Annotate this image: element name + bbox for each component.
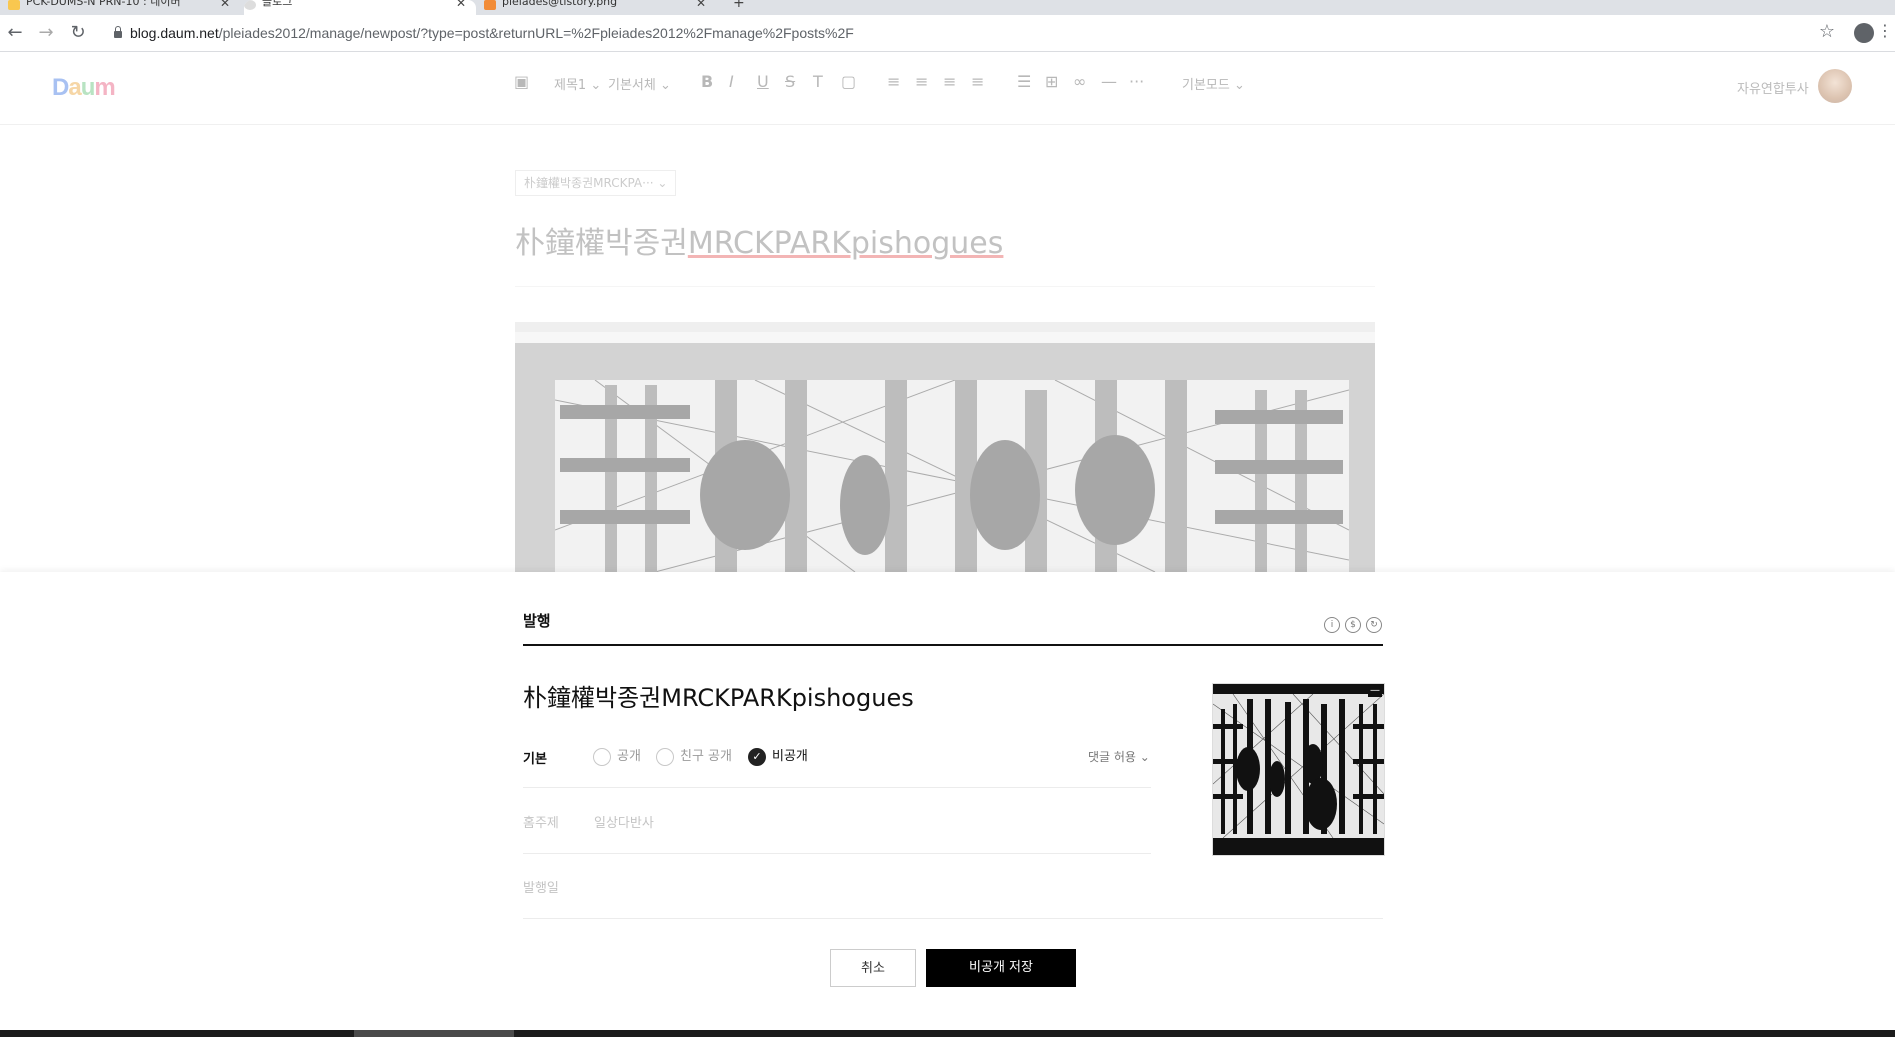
heading-select[interactable]: 제목1 ⌄ <box>554 74 601 93</box>
editor-mode-select[interactable]: 기본모드 ⌄ <box>1182 74 1245 93</box>
user-name[interactable]: 자유연합투사 <box>1737 78 1809 97</box>
topic-select[interactable]: 일상다반사 <box>594 812 654 831</box>
post-title-input[interactable]: 朴鐘權박종권MRCKPARKpishogues <box>515 218 1003 262</box>
underline-icon[interactable]: U <box>757 72 769 91</box>
link-icon[interactable]: ∞ <box>1073 72 1086 91</box>
thumbnail-remove-icon[interactable]: — <box>1368 685 1382 697</box>
insert-image-icon[interactable]: ▣ <box>514 72 529 91</box>
radio-circle-icon <box>593 747 611 766</box>
cc-noncommercial-icon[interactable]: $ <box>1345 617 1361 633</box>
comment-permission-select[interactable]: 댓글 허용 ⌄ <box>1088 748 1150 765</box>
favicon-icon <box>484 0 496 10</box>
list-icon[interactable]: ☰ <box>1017 72 1031 91</box>
address-bar[interactable]: blog.daum.net/pleiades2012/manage/newpos… <box>104 18 1804 48</box>
align-center-icon[interactable]: ≡ <box>915 72 928 91</box>
topic-label: 홈주제 <box>523 816 559 831</box>
taskbar-strip <box>0 1030 1895 1037</box>
cc-share-icon[interactable]: ↻ <box>1366 617 1382 633</box>
thumbnail-top-bar <box>1213 684 1384 694</box>
favicon-icon <box>8 0 20 10</box>
font-select[interactable]: 기본서체 ⌄ <box>608 74 671 93</box>
row-divider <box>523 918 1383 919</box>
strikethrough-icon[interactable]: S <box>785 72 795 91</box>
title-divider <box>515 286 1375 287</box>
taskbar-active-item[interactable] <box>354 1030 514 1037</box>
browser-tab[interactable]: PCK-DUMS-N PRN-10 : 네이버 ✕ <box>8 0 240 15</box>
browser-toolbar: ← → ↻ blog.daum.net/pleiades2012/manage/… <box>0 15 1895 52</box>
private-save-button[interactable]: 비공개 저장 <box>926 949 1076 987</box>
dialog-title: 발행 <box>523 612 551 630</box>
row-divider <box>523 787 1151 788</box>
row-divider <box>523 853 1151 854</box>
basic-label: 기본 <box>523 752 547 767</box>
cc-info-icon[interactable]: i <box>1324 617 1340 633</box>
more-options-icon[interactable]: ··· <box>1129 72 1144 91</box>
text-color-icon[interactable]: T <box>813 72 823 91</box>
favicon-icon <box>244 0 256 10</box>
publish-post-title: 朴鐘權박종권MRCKPARKpishogues <box>523 684 914 712</box>
close-tab-icon[interactable]: ✕ <box>220 0 230 9</box>
artwork-image <box>555 380 1349 572</box>
thumbnail-artwork <box>1213 694 1384 838</box>
divider-line-icon[interactable]: — <box>1101 72 1117 91</box>
close-tab-icon[interactable]: ✕ <box>696 0 706 9</box>
thumbnail-bottom-bar <box>1213 838 1384 855</box>
align-left-icon[interactable]: ≡ <box>887 72 900 91</box>
menu-kebab-icon[interactable]: ⋮ <box>1877 21 1893 40</box>
embedded-screenshot-image[interactable] <box>515 322 1375 572</box>
editor-toolbar-divider <box>0 124 1895 125</box>
screenshot-address-bar <box>515 332 1375 343</box>
category-select[interactable]: 朴鐘權박종권MRCKPA··· ⌄ <box>515 170 677 196</box>
lock-icon <box>114 26 122 38</box>
visibility-private-radio[interactable]: ✓ 비공개 <box>748 745 808 766</box>
align-right-icon[interactable]: ≡ <box>943 72 956 91</box>
bookmark-star-icon[interactable]: ☆ <box>1819 21 1835 42</box>
daum-logo[interactable]: Daum <box>52 74 116 102</box>
dialog-title-divider <box>523 644 1383 646</box>
cancel-button[interactable]: 취소 <box>830 949 916 987</box>
profile-icon[interactable] <box>1854 23 1874 43</box>
browser-tab-active[interactable]: 블로그 ✕ <box>244 0 476 15</box>
screenshot-tab-bar <box>515 322 1375 332</box>
editor-area: Daum ▣ 제목1 ⌄ 기본서체 ⌄ B I U S T ▢ ≡ ≡ ≡ ≡ … <box>0 52 1895 572</box>
radio-circle-icon <box>656 747 674 766</box>
table-icon[interactable]: ⊞ <box>1045 72 1058 91</box>
bold-icon[interactable]: B <box>701 72 713 91</box>
publish-date-label[interactable]: 발행일 <box>523 877 559 896</box>
back-icon[interactable]: ← <box>3 21 27 45</box>
browser-tab-strip: PCK-DUMS-N PRN-10 : 네이버 ✕ 블로그 ✕ pleiades… <box>0 0 1895 15</box>
thumbnail-image[interactable]: — <box>1212 683 1385 856</box>
text-bg-color-icon[interactable]: ▢ <box>841 72 856 91</box>
dialog-license-icons: i $ ↻ <box>1319 612 1382 633</box>
reload-icon[interactable]: ↻ <box>66 21 90 45</box>
avatar[interactable] <box>1818 69 1852 103</box>
close-tab-icon[interactable]: ✕ <box>456 0 466 9</box>
visibility-friends-radio[interactable]: 친구 공개 <box>656 745 732 766</box>
italic-icon[interactable]: I <box>729 72 734 91</box>
publish-dialog: 발행 i $ ↻ 朴鐘權박종권MRCKPARKpishogues 기본 공개 친구 … <box>0 572 1895 1030</box>
new-tab-icon[interactable]: + <box>733 0 745 11</box>
forward-icon[interactable]: → <box>34 21 58 45</box>
check-icon: ✓ <box>748 747 766 766</box>
browser-tab[interactable]: pleiades@tistory.png ✕ <box>484 0 716 15</box>
visibility-public-radio[interactable]: 공개 <box>593 745 641 766</box>
align-justify-icon[interactable]: ≡ <box>971 72 984 91</box>
